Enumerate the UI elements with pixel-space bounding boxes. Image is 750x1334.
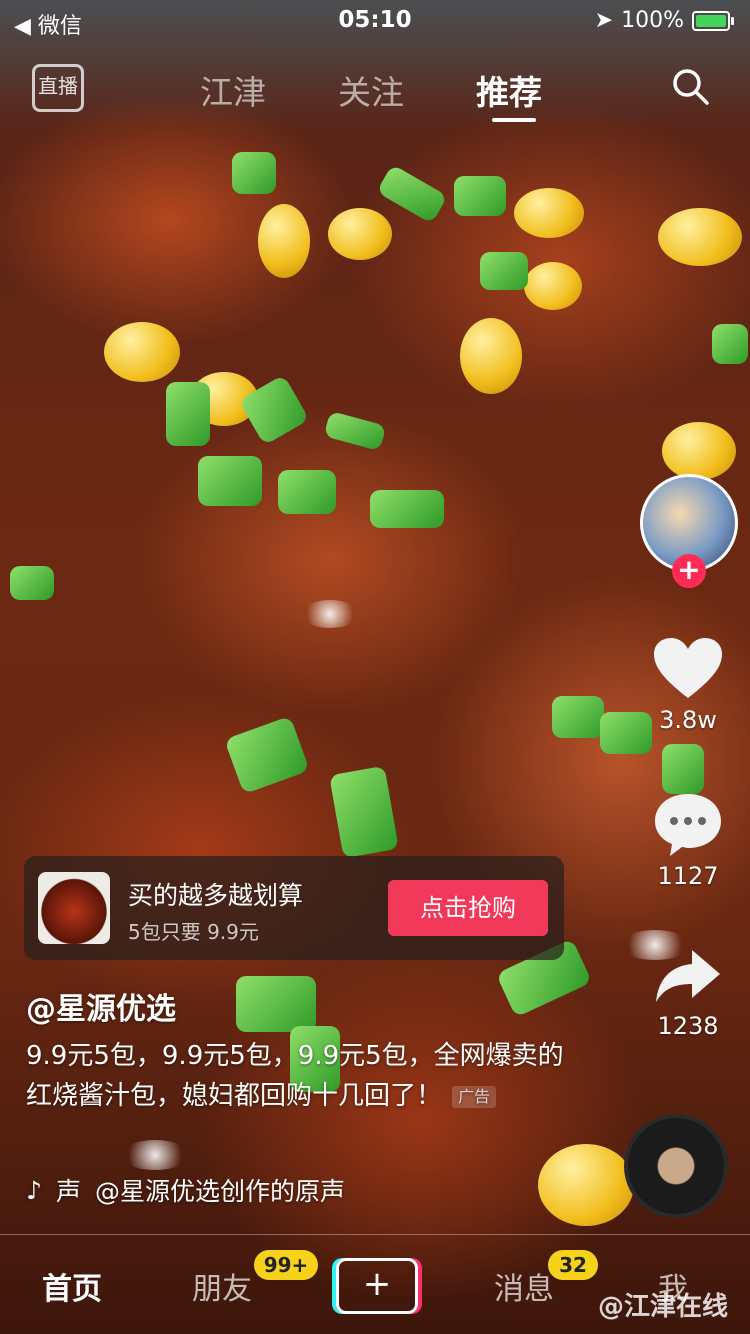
corn-kernel (514, 188, 584, 238)
music-line[interactable]: ♪ 声 @星源优选创作的原声 (26, 1172, 345, 1208)
status-bar: ◀ 微信 05:10 ➤ 100% (0, 0, 750, 40)
create-button[interactable]: + (336, 1258, 418, 1314)
music-prefix: 声 (55, 1177, 81, 1206)
buy-now-button[interactable]: 点击抢购 (388, 880, 548, 936)
scallion-piece (10, 566, 54, 600)
scallion-piece (323, 410, 387, 452)
ad-title: 买的越多越划算 (128, 881, 304, 910)
comment-count: 1127 (657, 862, 719, 890)
follow-plus-button[interactable]: + (672, 554, 706, 588)
scallion-piece (662, 744, 704, 794)
scallion-piece (712, 324, 748, 364)
bottom-divider (0, 1234, 750, 1235)
video-caption: 9.9元5包，9.9元5包，9.9元5包，全网爆卖的红烧酱汁包，媳妇都回购十几回… (26, 1036, 566, 1116)
scallion-piece (224, 715, 310, 795)
scallion-piece (232, 152, 276, 194)
nav-home[interactable]: 首页 (42, 1264, 102, 1308)
like-action[interactable]: 3.8w (640, 636, 736, 734)
music-note-icon: ♪ (26, 1175, 42, 1205)
corn-kernel (662, 422, 736, 480)
corn-kernel (460, 318, 522, 394)
corn-kernel (328, 208, 392, 260)
ad-tag: 广告 (452, 1085, 497, 1108)
share-action[interactable]: 1238 (640, 946, 736, 1040)
active-tab-indicator (492, 118, 536, 122)
comment-action[interactable]: 1127 (640, 790, 736, 890)
scallion-piece (166, 382, 210, 446)
comment-icon[interactable] (652, 790, 724, 858)
music-disc[interactable] (624, 1114, 728, 1218)
scallion-piece (552, 696, 604, 738)
scallion-piece (480, 252, 528, 290)
like-count: 3.8w (659, 706, 717, 734)
nav-messages[interactable]: 消息 (494, 1264, 554, 1308)
scallion-piece (329, 765, 399, 859)
watermark: @江津在线 (597, 1292, 728, 1322)
friends-badge: 99+ (254, 1250, 318, 1280)
share-arrow-icon[interactable] (652, 946, 724, 1008)
ad-product-thumbnail (38, 872, 110, 944)
scallion-piece (370, 490, 444, 528)
corn-kernel (524, 262, 582, 310)
scallion-piece (376, 164, 448, 224)
heart-icon[interactable] (652, 636, 724, 702)
ad-subtitle: 5包只要 9.9元 (128, 920, 259, 944)
tab-following[interactable]: 关注 (338, 66, 404, 114)
corn-kernel (258, 204, 310, 278)
author-name[interactable]: @星源优选 (26, 984, 176, 1028)
messages-badge: 32 (548, 1250, 598, 1280)
glaze-highlight (120, 1140, 190, 1170)
corn-kernel (104, 322, 180, 382)
corn-kernel (658, 208, 742, 266)
top-nav: 直播 江津 关注 推荐 (0, 62, 750, 122)
location-icon: ➤ (594, 8, 614, 33)
nav-friends[interactable]: 朋友 (192, 1264, 252, 1308)
ad-card[interactable]: 买的越多越划算 5包只要 9.9元 点击抢购 (24, 856, 564, 960)
corn-kernel (538, 1144, 634, 1226)
battery-icon (692, 10, 734, 31)
battery-percent: 100% (621, 8, 684, 33)
tab-recommended[interactable]: 推荐 (476, 66, 542, 114)
scallion-piece (198, 456, 262, 506)
live-button[interactable]: 直播 (32, 64, 84, 112)
tab-jiangjin[interactable]: 江津 (200, 66, 266, 114)
search-icon[interactable] (670, 66, 710, 106)
scallion-piece (454, 176, 506, 216)
music-title: @星源优选创作的原声 (94, 1177, 345, 1206)
scallion-piece (278, 470, 336, 514)
status-right: ➤ 100% (594, 8, 734, 33)
scallion-piece (236, 976, 316, 1032)
share-count: 1238 (657, 1012, 719, 1040)
glaze-highlight (300, 600, 360, 628)
